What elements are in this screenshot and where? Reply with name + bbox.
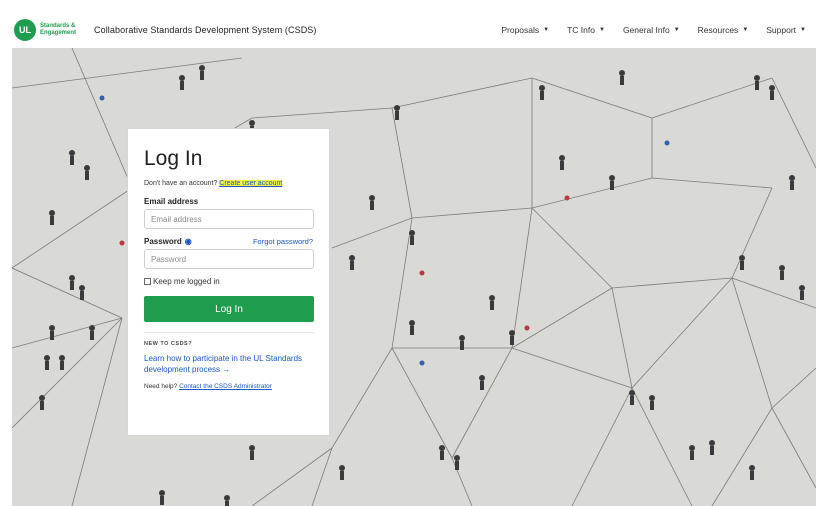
learn-participate-link[interactable]: Learn how to participate in the UL Stand… <box>144 353 319 375</box>
app-title: Collaborative Standards Development Syst… <box>94 25 317 35</box>
top-navigation-bar: UL Standards & Engagement Collaborative … <box>12 12 816 48</box>
nav-label: TC Info <box>567 25 595 35</box>
nav-support[interactable]: Support ▼ <box>766 25 806 35</box>
password-label-row: Password ◉ Forgot password? <box>144 237 313 246</box>
eye-icon[interactable]: ◉ <box>185 237 192 246</box>
help-line: Need help? Contact the CSDS Administrato… <box>144 383 313 390</box>
forgot-password-link[interactable]: Forgot password? <box>253 237 313 246</box>
contact-administrator-link[interactable]: Contact the CSDS Administrator <box>179 383 272 390</box>
main-nav: Proposals ▼ TC Info ▼ General Info ▼ Res… <box>501 12 806 48</box>
caret-down-icon: ▼ <box>598 27 605 33</box>
email-input[interactable] <box>144 209 314 229</box>
password-label: Password <box>144 237 182 246</box>
nav-tc-info[interactable]: TC Info ▼ <box>567 25 605 35</box>
create-user-account-link[interactable]: Create user account <box>219 180 283 187</box>
caret-down-icon: ▼ <box>742 27 749 33</box>
keep-logged-in-label: Keep me logged in <box>153 277 220 286</box>
logo-text: Standards & Engagement <box>40 23 77 36</box>
caret-down-icon: ▼ <box>543 27 550 33</box>
nav-proposals[interactable]: Proposals ▼ <box>501 25 549 35</box>
caret-down-icon: ▼ <box>673 27 680 33</box>
nav-label: General Info <box>622 25 670 35</box>
keep-logged-in-checkbox[interactable] <box>144 278 151 285</box>
password-label-group: Password ◉ <box>144 237 192 246</box>
keep-logged-in-row[interactable]: Keep me logged in <box>144 277 313 286</box>
signup-prompt: Don't have an account? Create user accou… <box>144 179 313 189</box>
login-button[interactable]: Log In <box>144 296 314 322</box>
nav-label: Resources <box>697 25 739 35</box>
ul-logo[interactable]: UL Standards & Engagement <box>14 19 80 41</box>
divider <box>144 332 314 333</box>
help-text: Need help? <box>144 383 180 390</box>
nav-general-info[interactable]: General Info ▼ <box>623 25 680 35</box>
no-account-text: Don't have an account? <box>144 180 220 187</box>
password-input[interactable] <box>144 249 314 269</box>
email-label: Email address <box>144 197 199 206</box>
nav-resources[interactable]: Resources ▼ <box>698 25 749 35</box>
login-card: Log In Don't have an account? Create use… <box>127 128 330 436</box>
login-title: Log In <box>144 147 203 170</box>
email-label-row: Email address <box>144 197 313 206</box>
nav-label: Proposals <box>501 25 540 35</box>
nav-label: Support <box>766 25 797 35</box>
new-to-csds-heading: NEW TO CSDS? <box>144 341 193 347</box>
caret-down-icon: ▼ <box>800 27 806 33</box>
ul-logo-icon: UL <box>14 19 36 41</box>
browser-frame: UL Standards & Engagement Collaborative … <box>12 12 816 506</box>
